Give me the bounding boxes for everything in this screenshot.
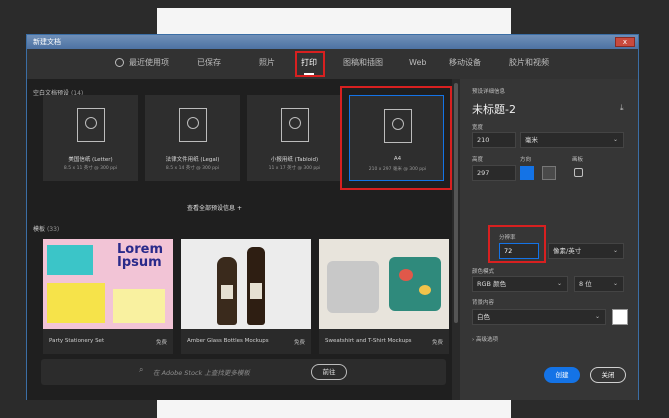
free-badge: 免费 [155, 340, 167, 346]
document-icon [179, 108, 207, 142]
template-name: Amber Glass Bottles Mockups [187, 338, 269, 344]
details-section-label: 预设详细信息 [472, 89, 506, 95]
search-icon: ⌕ [139, 365, 144, 374]
print-tab-highlight [295, 51, 325, 77]
free-badge: 免费 [293, 340, 305, 346]
template-thumbnail [319, 239, 449, 329]
preset-letter[interactable]: 美国信纸 (Letter) 8.5 x 11 英寸 @ 300 ppi [43, 95, 138, 181]
background-select[interactable]: 白色 ⌄ [472, 309, 606, 325]
resolution-input[interactable]: 72 [499, 243, 539, 259]
go-button[interactable]: 前往 [311, 364, 347, 380]
scroll-thumb[interactable] [454, 83, 458, 323]
title-bar: 新建文档 x [27, 35, 638, 49]
save-preset-icon[interactable]: ⤓ [620, 103, 624, 113]
resolution-label: 分辨率 [499, 235, 516, 241]
preset-legal[interactable]: 法律文件用纸 (Legal) 8.5 x 14 英寸 @ 300 ppi [145, 95, 240, 181]
tab-web[interactable]: Web [409, 49, 426, 79]
template-party-stationery[interactable]: Lorem Ipsum Party Stationery Set 免费 [43, 239, 173, 354]
preset-size: 8.5 x 14 英寸 @ 300 ppi [165, 166, 220, 171]
template-name: Party Stationery Set [49, 338, 105, 344]
background-document-bottom [157, 400, 511, 418]
tab-art-illustration[interactable]: 图稿和插图 [343, 49, 383, 79]
width-unit-select[interactable]: 毫米 ⌄ [520, 132, 624, 148]
preset-tabloid[interactable]: 小报用纸 (Tabloid) 11 x 17 英寸 @ 300 ppi [247, 95, 342, 181]
stock-search-input[interactable]: 在 Adobe Stock 上查找更多模板 [153, 367, 250, 377]
artboard-label: 画板 [572, 157, 584, 163]
document-name[interactable]: 未标题-2 [472, 101, 516, 117]
advanced-options-toggle[interactable]: › 高级选项 [472, 335, 498, 343]
tab-photo[interactable]: 照片 [259, 49, 275, 79]
preset-details-pane: 预设详细信息 未标题-2 ⤓ 宽度 210 毫米 ⌄ 高度 297 方向 画板 分… [460, 79, 638, 400]
tab-mobile[interactable]: 移动设备 [449, 49, 481, 79]
preset-name: 小报用纸 (Tabloid) [270, 157, 319, 163]
preset-size: 8.5 x 11 英寸 @ 300 ppi [63, 166, 118, 171]
landscape-orientation-button[interactable] [542, 166, 556, 180]
sweatshirt-shape [327, 261, 379, 313]
chevron-right-icon: › [472, 337, 475, 343]
background-label: 背景内容 [472, 300, 495, 306]
color-mode-label: 颜色模式 [472, 269, 495, 275]
close-button[interactable]: 关闭 [590, 367, 626, 383]
portrait-orientation-button[interactable] [520, 166, 534, 180]
presets-pane: 空白文档预设 (14) 美国信纸 (Letter) 8.5 x 11 英寸 @ … [27, 79, 460, 400]
preset-name: 美国信纸 (Letter) [68, 157, 113, 163]
category-tabs: 最近使用项 已保存 照片 打印 图稿和插图 Web 移动设备 胶片和视频 [27, 49, 638, 79]
clock-icon [115, 58, 124, 67]
template-thumbnail [181, 239, 311, 329]
stock-search-bar: ⌕ 在 Adobe Stock 上查找更多模板 前往 [41, 359, 446, 385]
color-mode-select[interactable]: RGB 颜色 ⌄ [472, 276, 568, 292]
template-heading: Lorem Ipsum [117, 242, 163, 270]
width-input[interactable]: 210 [472, 132, 516, 148]
templates-label: 模板 (33) [33, 226, 60, 233]
template-thumbnail: Lorem Ipsum [43, 239, 173, 329]
plus-icon: + [236, 205, 242, 212]
document-icon [77, 108, 105, 142]
background-color-swatch[interactable] [612, 309, 628, 325]
template-amber-bottles[interactable]: Amber Glass Bottles Mockups 免费 [181, 239, 311, 354]
template-name: Sweatshirt and T-Shirt Mockups [325, 338, 412, 344]
tshirt-shape [389, 257, 441, 311]
template-sweatshirt-tshirt[interactable]: Sweatshirt and T-Shirt Mockups 免费 [319, 239, 449, 354]
create-button[interactable]: 创建 [544, 367, 580, 383]
document-icon [281, 108, 309, 142]
width-label: 宽度 [472, 125, 484, 131]
new-document-dialog: 新建文档 x 最近使用项 已保存 照片 打印 图稿和插图 Web 移动设备 胶片… [26, 34, 639, 400]
chevron-down-icon: ⌄ [556, 280, 562, 287]
height-label: 高度 [472, 157, 484, 163]
view-all-presets-link[interactable]: 查看全部预设信息 + [187, 203, 242, 212]
chevron-down-icon: ⌄ [612, 280, 618, 287]
presets-scrollbar[interactable] [452, 79, 460, 400]
height-input[interactable]: 297 [472, 165, 516, 181]
tab-saved[interactable]: 已保存 [197, 49, 221, 79]
window-title: 新建文档 [33, 38, 61, 46]
chevron-down-icon: ⌄ [612, 247, 618, 254]
free-badge: 免费 [431, 340, 443, 346]
chevron-down-icon: ⌄ [612, 136, 618, 143]
preset-size: 11 x 17 英寸 @ 300 ppi [268, 166, 321, 171]
close-icon[interactable]: x [615, 37, 635, 47]
chevron-down-icon: ⌄ [594, 313, 600, 320]
a4-preset-highlight [340, 86, 452, 190]
orientation-label: 方向 [520, 157, 532, 163]
tab-recent[interactable]: 最近使用项 [115, 49, 169, 79]
resolution-unit-select[interactable]: 像素/英寸 ⌄ [548, 243, 624, 259]
preset-name: 法律文件用纸 (Legal) [165, 157, 220, 163]
artboard-checkbox[interactable] [574, 168, 583, 177]
tab-film-video[interactable]: 胶片和视频 [509, 49, 549, 79]
bit-depth-select[interactable]: 8 位 ⌄ [574, 276, 624, 292]
